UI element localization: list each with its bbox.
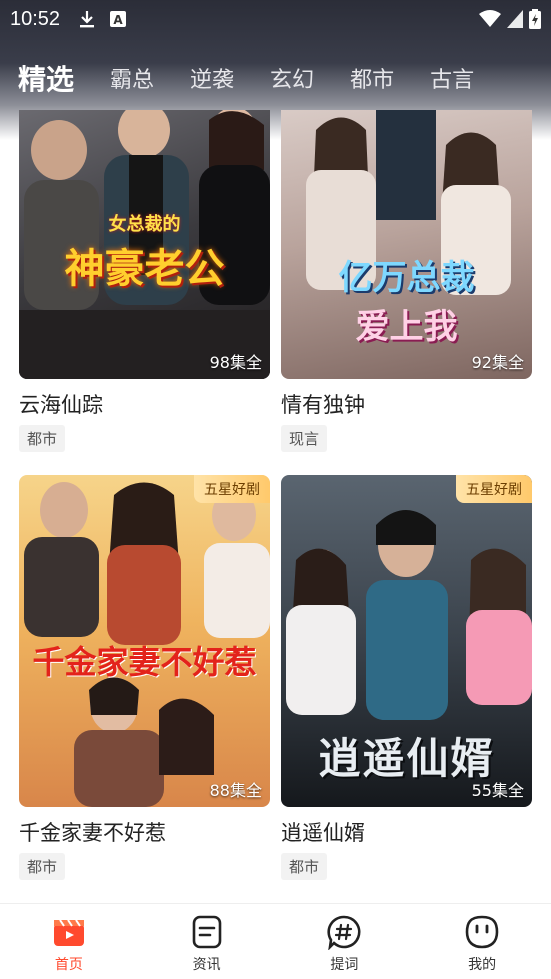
drama-title[interactable]: 千金家妻不好惹	[19, 817, 166, 847]
tab-urban[interactable]: 都市	[350, 62, 394, 94]
status-bar: 10:52 A	[0, 0, 551, 38]
app-a-icon: A	[110, 11, 127, 27]
status-time: 10:52	[10, 7, 61, 30]
poster-title-art: 千金家妻不好惹	[32, 643, 257, 681]
drama-title[interactable]: 逍遥仙婿	[281, 817, 365, 847]
signal-icon	[507, 10, 523, 28]
clapperboard-icon	[53, 919, 84, 946]
tab-comeback[interactable]: 逆袭	[190, 62, 234, 94]
episode-count: 88集全	[209, 781, 262, 800]
drama-poster[interactable]: 千金家妻不好惹 五星好剧 88集全	[19, 475, 270, 807]
nav-prompt-label: 提词	[330, 957, 359, 973]
nav-news[interactable]: 资讯	[138, 904, 276, 979]
genre-tag: 都市	[19, 425, 66, 452]
download-icon	[80, 11, 95, 28]
drama-title[interactable]: 云海仙踪	[19, 389, 103, 419]
nav-news-label: 资讯	[192, 957, 221, 973]
episode-count: 98集全	[209, 353, 262, 372]
nav-home[interactable]: 首页	[0, 904, 138, 979]
genre-tag: 都市	[281, 853, 328, 880]
category-tabs: 精选 霸总 逆袭 玄幻 都市 古言	[0, 52, 551, 104]
tab-fantasy[interactable]: 玄幻	[270, 62, 314, 94]
nav-home-label: 首页	[54, 957, 83, 973]
genre-tag: 现言	[281, 425, 328, 452]
nav-prompt[interactable]: 提词	[276, 904, 414, 979]
drama-poster[interactable]: 女总裁的 神豪老公 98集全	[19, 110, 270, 379]
genre-tag: 都市	[19, 853, 66, 880]
five-star-badge: 五星好剧	[456, 475, 532, 503]
poster-title-art: 女总裁的 神豪老公	[64, 214, 225, 292]
drama-poster[interactable]: 逍遥仙婿 五星好剧 55集全	[281, 475, 532, 807]
tab-domineering-ceo[interactable]: 霸总	[110, 62, 154, 94]
document-icon	[192, 915, 221, 949]
hashtag-icon	[327, 915, 361, 950]
tab-featured[interactable]: 精选	[18, 58, 74, 98]
wifi-icon	[479, 10, 501, 27]
drama-poster[interactable]: 亿万总裁 爱上我 92集全	[281, 110, 532, 379]
episode-count: 55集全	[471, 781, 524, 800]
nav-profile[interactable]: 我的	[413, 904, 551, 979]
svg-text:A: A	[113, 13, 123, 27]
episode-count: 92集全	[471, 353, 524, 372]
five-star-badge: 五星好剧	[194, 475, 270, 503]
nav-profile-label: 我的	[468, 957, 497, 973]
drama-title[interactable]: 情有独钟	[281, 389, 365, 419]
bottom-navigation: 首页 资讯 提词 我的	[0, 903, 551, 979]
face-icon	[465, 915, 499, 949]
battery-icon	[529, 9, 541, 29]
tab-ancient-romance[interactable]: 古言	[430, 62, 474, 94]
poster-title-art: 亿万总裁 爱上我	[338, 258, 475, 347]
